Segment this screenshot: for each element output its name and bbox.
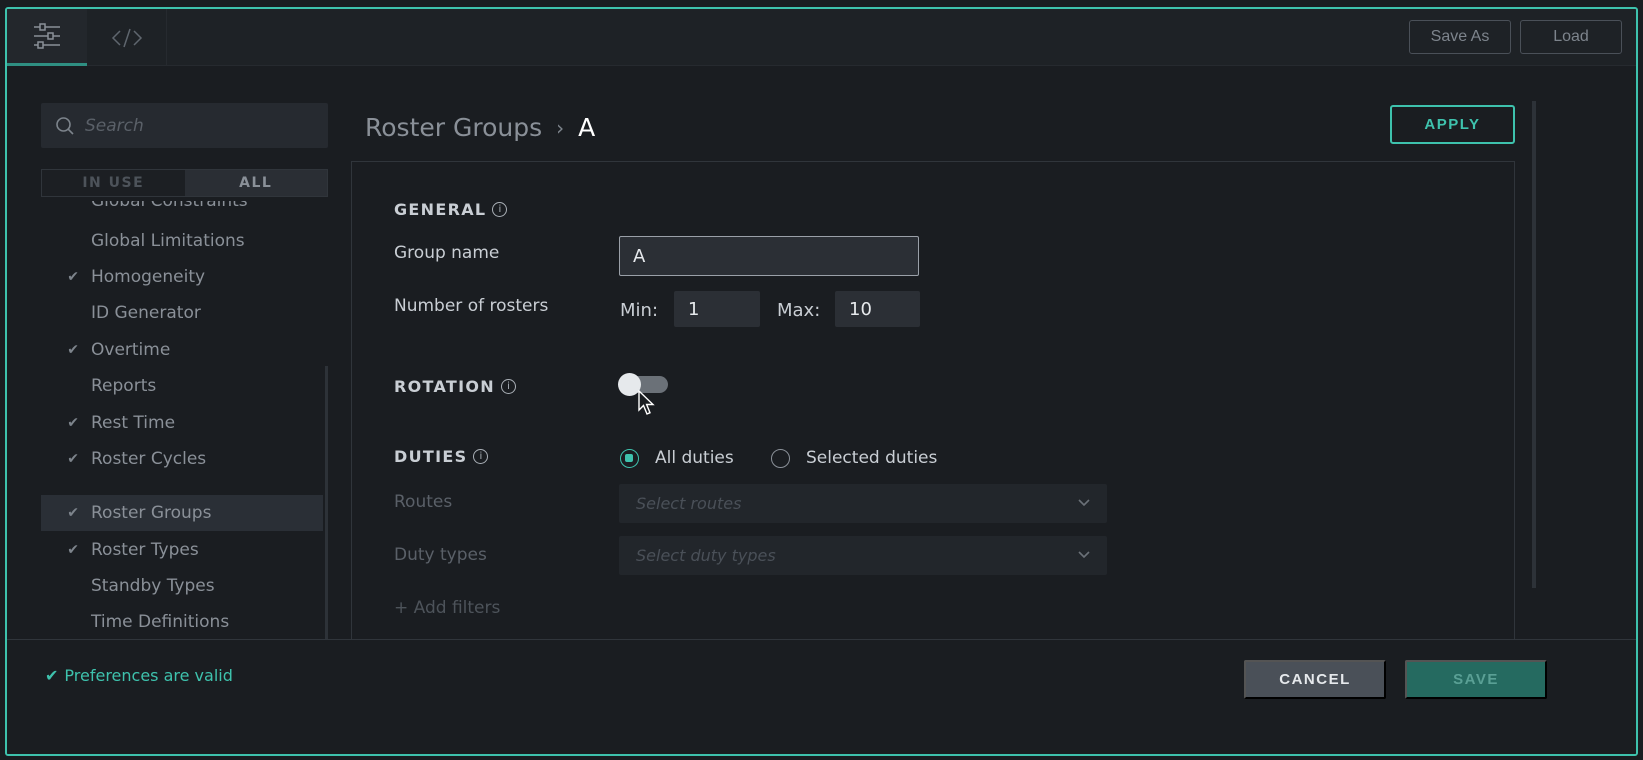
sidebar-item-time-definitions[interactable]: Time Definitions: [41, 604, 323, 640]
cancel-button[interactable]: CANCEL: [1244, 660, 1386, 699]
radio-selected-duties[interactable]: Selected duties: [771, 448, 937, 468]
sidebar-item-overtime[interactable]: ✔ Overtime: [41, 332, 323, 368]
routes-placeholder: Select routes: [636, 494, 742, 513]
breadcrumb-current: A: [578, 113, 596, 142]
tab-settings[interactable]: [7, 9, 87, 66]
save-button[interactable]: SAVE: [1405, 660, 1547, 699]
group-name-field[interactable]: A: [619, 236, 919, 276]
sidebar-item-label: Homogeneity: [91, 267, 206, 287]
duty-types-select[interactable]: Select duty types: [619, 536, 1107, 575]
filter-in-use[interactable]: IN USE: [42, 170, 185, 196]
sidebar-item-label: Roster Cycles: [91, 449, 207, 469]
info-icon[interactable]: i: [501, 379, 516, 394]
check-icon: ✔: [45, 666, 59, 685]
add-filters-link[interactable]: + Add filters: [394, 598, 500, 618]
radio-unselected-icon: [771, 448, 790, 468]
max-rosters-input[interactable]: 10: [835, 291, 920, 327]
sidebar-item-id-generator[interactable]: ID Generator: [41, 295, 323, 331]
breadcrumb-parent[interactable]: Roster Groups: [365, 113, 542, 142]
check-icon: ✔: [67, 415, 79, 431]
sidebar-item-rest-time[interactable]: ✔ Rest Time: [41, 405, 323, 441]
sidebar-item-label: Global Limitations: [91, 231, 245, 251]
sidebar-item-roster-groups[interactable]: ✔ Roster Groups: [41, 495, 323, 531]
number-of-rosters-label: Number of rosters: [394, 296, 549, 316]
radio-all-duties[interactable]: All duties: [620, 448, 734, 468]
radio-selected-icon: [620, 448, 639, 468]
top-toolbar: Save As Load: [7, 9, 1636, 66]
tab-code[interactable]: [87, 9, 167, 66]
search-icon: [56, 116, 74, 135]
save-as-button[interactable]: Save As: [1409, 20, 1511, 54]
validation-status: ✔ Preferences are valid: [45, 666, 233, 685]
sidebar-item-global-limitations[interactable]: Global Limitations: [41, 223, 323, 259]
sidebar-scrollbar[interactable]: [325, 366, 328, 646]
sidebar-item-homogeneity[interactable]: ✔ Homogeneity: [41, 259, 323, 295]
sidebar-item-label: Global Constraints: [91, 201, 248, 211]
max-label: Max:: [777, 300, 821, 321]
duty-types-placeholder: Select duty types: [636, 546, 776, 565]
duties-section-title: DUTIES i: [394, 447, 489, 466]
sidebar-item-label: Roster Groups: [91, 503, 212, 523]
general-section-title: GENERAL i: [394, 200, 508, 219]
routes-label: Routes: [394, 492, 453, 512]
chevron-down-icon: [1078, 499, 1090, 507]
group-name-label: Group name: [394, 243, 500, 263]
sidebar-item-label: Standby Types: [91, 576, 215, 596]
footer-bar: ✔ Preferences are valid CANCEL SAVE: [7, 639, 1636, 754]
sidebar-item-label: Time Definitions: [91, 612, 230, 632]
sidebar-item-label: Roster Types: [91, 540, 199, 560]
sidebar-item-roster-types[interactable]: ✔ Roster Types: [41, 532, 323, 568]
sidebar-item-label: Overtime: [91, 340, 171, 360]
check-icon: ✔: [67, 505, 79, 521]
group-form-panel: GENERAL i Group name A Number of rosters…: [351, 161, 1515, 641]
chevron-right-icon: ›: [556, 115, 565, 140]
sidebar-item-standby-types[interactable]: Standby Types: [41, 568, 323, 604]
mouse-pointer-icon: [638, 390, 655, 415]
filter-all[interactable]: ALL: [184, 170, 327, 196]
info-icon[interactable]: i: [473, 449, 489, 464]
main-scrollbar[interactable]: [1532, 101, 1536, 588]
sidebar-item-reports[interactable]: Reports: [41, 368, 323, 404]
info-icon[interactable]: i: [492, 202, 508, 217]
check-icon: ✔: [67, 542, 79, 558]
breadcrumb: Roster Groups › A: [365, 113, 595, 142]
sidebar-item-label: Rest Time: [91, 413, 176, 433]
load-button[interactable]: Load: [1520, 20, 1622, 54]
routes-select[interactable]: Select routes: [619, 484, 1107, 523]
check-icon: ✔: [67, 269, 79, 285]
search-placeholder: Search: [85, 115, 144, 136]
rotation-section-title: ROTATION i: [394, 377, 516, 396]
search-input[interactable]: Search: [41, 103, 328, 148]
min-label: Min:: [620, 300, 659, 321]
sidebar-item-label: ID Generator: [91, 303, 201, 323]
apply-button[interactable]: APPLY: [1390, 105, 1515, 144]
chevron-down-icon: [1078, 551, 1090, 559]
preferences-window: Save As Load Search IN USE ALL Global Co…: [5, 7, 1638, 756]
check-icon: ✔: [67, 451, 79, 467]
sidebar-item-label: Reports: [91, 376, 157, 396]
check-icon: ✔: [67, 342, 79, 358]
preference-list: Global Constraints Global Limitations ✔ …: [41, 201, 328, 646]
sidebar-item-global-constraints[interactable]: Global Constraints: [41, 201, 323, 219]
duty-types-label: Duty types: [394, 545, 487, 565]
code-icon: [111, 28, 142, 47]
sidebar-item-roster-cycles[interactable]: ✔ Roster Cycles: [41, 441, 323, 477]
usage-filter: IN USE ALL: [41, 169, 328, 197]
min-rosters-input[interactable]: 1: [674, 291, 760, 327]
sliders-icon: [34, 23, 60, 49]
